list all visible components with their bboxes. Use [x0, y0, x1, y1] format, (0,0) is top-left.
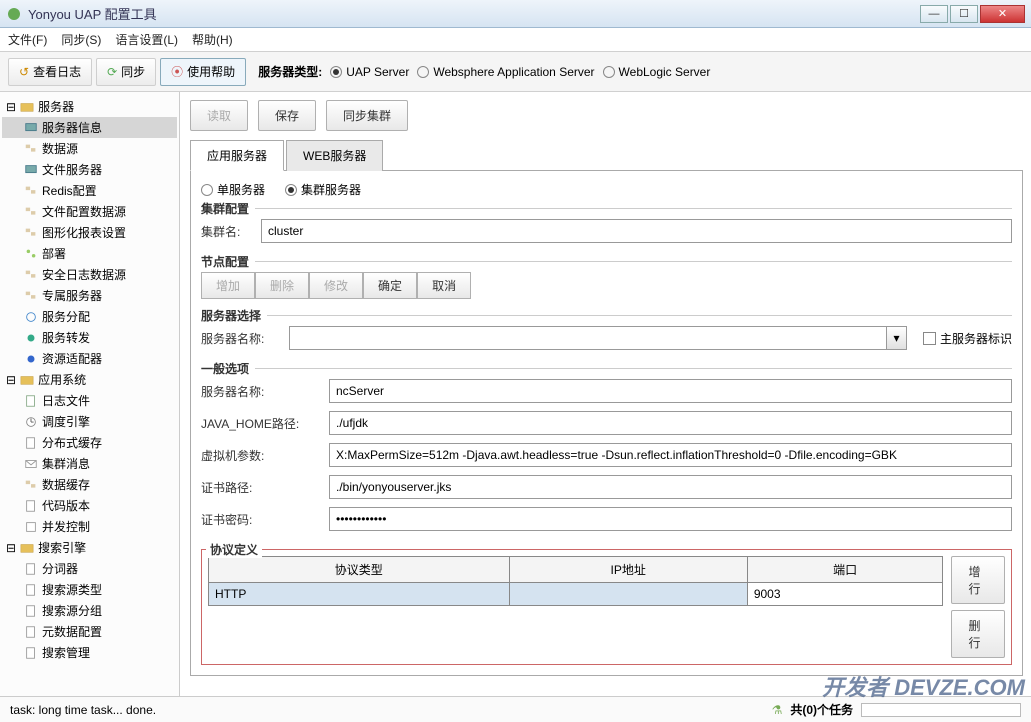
- server-select-fieldset: 服务器选择 服务器名称: ▾ 主服务器标识: [201, 315, 1012, 364]
- read-button[interactable]: 读取: [190, 100, 248, 131]
- node-add-button[interactable]: 增加: [201, 272, 255, 299]
- usehelp-button[interactable]: ⦿使用帮助: [160, 58, 246, 86]
- server-select-input[interactable]: [289, 326, 887, 350]
- tree-item-deploy[interactable]: 部署: [2, 243, 177, 264]
- col-ip: IP地址: [509, 557, 747, 583]
- add-row-button[interactable]: 增行: [951, 556, 1005, 604]
- maximize-button[interactable]: ☐: [950, 5, 978, 23]
- tree-item-datacache[interactable]: 数据缓存: [2, 474, 177, 495]
- node-modify-button[interactable]: 修改: [309, 272, 363, 299]
- radio-cluster-server[interactable]: 集群服务器: [285, 181, 361, 198]
- table-row[interactable]: HTTP 9003: [209, 583, 943, 606]
- col-port: 端口: [747, 557, 943, 583]
- cluster-name-label: 集群名:: [201, 223, 253, 240]
- tabs: 应用服务器 WEB服务器: [190, 139, 1023, 171]
- main-server-checkbox[interactable]: 主服务器标识: [923, 330, 1012, 347]
- cell-type[interactable]: HTTP: [209, 583, 510, 606]
- tree-item-dedicated[interactable]: 专属服务器: [2, 285, 177, 306]
- tree-item-searchtype[interactable]: 搜索源类型: [2, 579, 177, 600]
- content-area: 读取 保存 同步集群 应用服务器 WEB服务器 单服务器 集群服务器 集群配置 …: [180, 92, 1031, 702]
- tree-item-distcache[interactable]: 分布式缓存: [2, 432, 177, 453]
- toolbar: ↺查看日志 ⟳同步 ⦿使用帮助 服务器类型: UAP Server Websph…: [0, 52, 1031, 92]
- radio-was[interactable]: Websphere Application Server: [417, 65, 594, 79]
- cell-port[interactable]: 9003: [747, 583, 943, 606]
- tree-item-datasource[interactable]: 数据源: [2, 138, 177, 159]
- sync-cluster-button[interactable]: 同步集群: [326, 100, 408, 131]
- tree-item-metadata[interactable]: 元数据配置: [2, 621, 177, 642]
- tree-item-concurrency[interactable]: 并发控制: [2, 516, 177, 537]
- menu-sync[interactable]: 同步(S): [61, 31, 101, 48]
- panel-app-server: 单服务器 集群服务器 集群配置 集群名: 节点配置 增加 删除 修改 确定 取消: [190, 171, 1023, 676]
- tree-item-clustermsg[interactable]: 集群消息: [2, 453, 177, 474]
- node-ok-button[interactable]: 确定: [363, 272, 417, 299]
- cell-ip[interactable]: [509, 583, 747, 606]
- statusbar: task: long time task... done. ⚗ 共(0)个任务: [0, 696, 1031, 722]
- col-type: 协议类型: [209, 557, 510, 583]
- tree-item-fileds[interactable]: 文件配置数据源: [2, 201, 177, 222]
- tree-group-appsys[interactable]: ⊟应用系统: [2, 369, 177, 390]
- menu-lang[interactable]: 语言设置(L): [115, 31, 178, 48]
- tree-item-scheduler[interactable]: 调度引擎: [2, 411, 177, 432]
- radio-uap[interactable]: UAP Server: [330, 65, 409, 79]
- minimize-button[interactable]: —: [920, 5, 948, 23]
- tree-item-searchgroup[interactable]: 搜索源分组: [2, 600, 177, 621]
- server-select-combo[interactable]: ▾: [289, 326, 907, 350]
- protocol-table[interactable]: 协议类型 IP地址 端口 HTTP 9003: [208, 556, 943, 606]
- protocol-fieldset: 协议定义 协议类型 IP地址 端口 HTTP 9003: [201, 549, 1012, 665]
- menu-help[interactable]: 帮助(H): [192, 31, 233, 48]
- tree-item-service-fwd[interactable]: 服务转发: [2, 327, 177, 348]
- cluster-fieldset: 集群配置 集群名:: [201, 208, 1012, 257]
- tree-group-search[interactable]: ⊟搜索引擎: [2, 537, 177, 558]
- tab-app-server[interactable]: 应用服务器: [190, 140, 284, 171]
- save-button[interactable]: 保存: [258, 100, 316, 131]
- cluster-name-input[interactable]: [261, 219, 1012, 243]
- tree-item-codever[interactable]: 代码版本: [2, 495, 177, 516]
- tree-item-redis[interactable]: Redis配置: [2, 180, 177, 201]
- sidebar-tree[interactable]: ⊟服务器 服务器信息 数据源 文件服务器 Redis配置 文件配置数据源 图形化…: [0, 92, 180, 702]
- tree-item-fileserver[interactable]: 文件服务器: [2, 159, 177, 180]
- node-delete-button[interactable]: 删除: [255, 272, 309, 299]
- viewlog-button[interactable]: ↺查看日志: [8, 58, 92, 86]
- tree-item-server-info[interactable]: 服务器信息: [2, 117, 177, 138]
- java-home-input[interactable]: [329, 411, 1012, 435]
- tree-item-logfile[interactable]: 日志文件: [2, 390, 177, 411]
- node-cancel-button[interactable]: 取消: [417, 272, 471, 299]
- status-task: task: long time task... done.: [10, 703, 156, 717]
- tree-item-tokenizer[interactable]: 分词器: [2, 558, 177, 579]
- menu-file[interactable]: 文件(F): [8, 31, 47, 48]
- server-select-label: 服务器名称:: [201, 330, 281, 347]
- progress-bar: [861, 703, 1021, 717]
- del-row-button[interactable]: 删行: [951, 610, 1005, 658]
- titlebar: Yonyou UAP 配置工具 — ☐ ✕: [0, 0, 1031, 28]
- radio-wls[interactable]: WebLogic Server: [603, 65, 711, 79]
- node-fieldset: 节点配置 增加 删除 修改 确定 取消: [201, 261, 1012, 311]
- cluster-icon: ⚗: [772, 703, 783, 717]
- tree-item-resource-adapter[interactable]: 资源适配器: [2, 348, 177, 369]
- server-name-input[interactable]: [329, 379, 1012, 403]
- tab-web-server[interactable]: WEB服务器: [286, 140, 383, 171]
- server-type-label: 服务器类型:: [258, 63, 322, 80]
- tree-item-securelog[interactable]: 安全日志数据源: [2, 264, 177, 285]
- cert-path-input[interactable]: [329, 475, 1012, 499]
- server-type-group: 服务器类型: UAP Server Websphere Application …: [258, 63, 710, 80]
- general-fieldset: 一般选项 服务器名称: JAVA_HOME路径: 虚拟机参数: 证书路径: 证书…: [201, 368, 1012, 545]
- vm-args-input[interactable]: [329, 443, 1012, 467]
- window-title: Yonyou UAP 配置工具: [28, 4, 920, 23]
- menubar: 文件(F) 同步(S) 语言设置(L) 帮助(H): [0, 28, 1031, 52]
- radio-single-server[interactable]: 单服务器: [201, 181, 265, 198]
- tree-item-service-alloc[interactable]: 服务分配: [2, 306, 177, 327]
- chevron-down-icon[interactable]: ▾: [887, 326, 907, 350]
- tree-item-searchmgr[interactable]: 搜索管理: [2, 642, 177, 663]
- tree-item-report[interactable]: 图形化报表设置: [2, 222, 177, 243]
- status-tasks: 共(0)个任务: [790, 701, 853, 718]
- window-controls: — ☐ ✕: [920, 5, 1025, 23]
- close-button[interactable]: ✕: [980, 5, 1025, 23]
- tree-group-servers[interactable]: ⊟服务器: [2, 96, 177, 117]
- cert-pwd-input[interactable]: [329, 507, 1012, 531]
- app-icon: [6, 6, 22, 22]
- sync-button[interactable]: ⟳同步: [96, 58, 156, 86]
